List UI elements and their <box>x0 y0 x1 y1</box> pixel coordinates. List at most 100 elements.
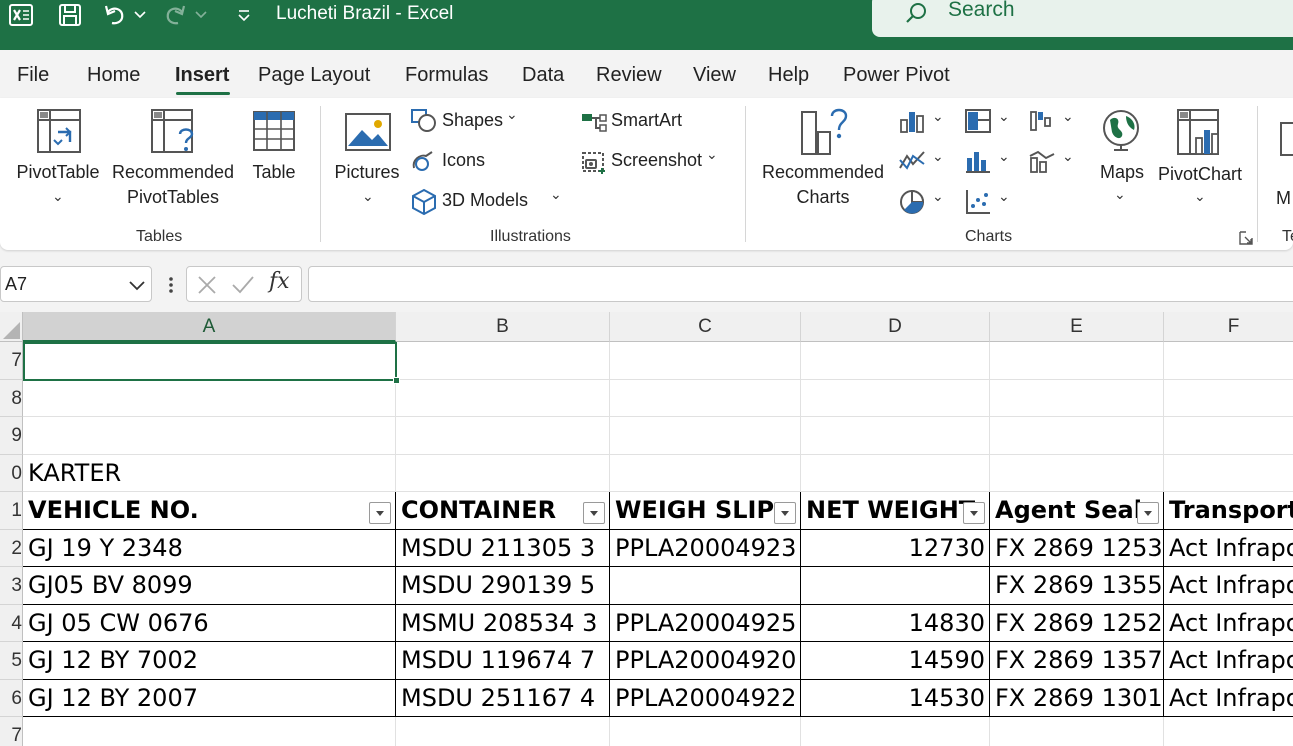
column-header-c[interactable]: C <box>610 312 801 342</box>
screenshot-dropdown-icon[interactable]: ⌄ <box>706 146 718 163</box>
recommended-pivottables-button[interactable]: Recommended PivotTables <box>108 160 238 210</box>
name-box[interactable]: A7 <box>0 266 152 302</box>
table-cell[interactable]: GJ 05 CW 0676 <box>23 604 396 642</box>
recommended-pivottables-icon[interactable] <box>150 108 200 161</box>
table-cell[interactable]: MSMU 208534 3 <box>396 604 610 642</box>
row-header[interactable]: 5 <box>0 642 23 680</box>
redo-icon[interactable] <box>160 0 190 30</box>
maps-button[interactable]: Maps <box>1092 160 1152 185</box>
statistic-chart-dropdown-icon[interactable]: ⌄ <box>998 148 1010 165</box>
table-cell[interactable]: MSDU 251167 4 <box>396 679 610 717</box>
grid-cell[interactable] <box>1164 380 1293 417</box>
grid-cell[interactable] <box>990 379 1164 417</box>
table-cell[interactable]: 14830 <box>801 604 990 642</box>
filter-dropdown-icon[interactable] <box>583 502 605 524</box>
row-header[interactable]: 0 <box>0 454 23 492</box>
filter-dropdown-icon[interactable] <box>963 502 985 524</box>
grid-cell[interactable] <box>610 417 801 455</box>
grid-cell[interactable] <box>610 454 801 492</box>
3d-models-button[interactable]: 3D Models <box>442 188 528 213</box>
grid-cell[interactable] <box>801 417 990 455</box>
table-cell[interactable]: MSDU 119674 7 <box>396 642 610 680</box>
scatter-chart-dropdown-icon[interactable]: ⌄ <box>998 188 1010 205</box>
column-header-d[interactable]: D <box>801 312 990 342</box>
line-chart-dropdown-icon[interactable]: ⌄ <box>932 148 944 165</box>
grid-cell[interactable] <box>396 454 610 492</box>
pie-chart-dropdown-icon[interactable]: ⌄ <box>932 188 944 205</box>
formula-input[interactable] <box>308 266 1293 302</box>
grid-cell[interactable] <box>396 379 610 417</box>
grid-cell[interactable] <box>396 717 610 746</box>
table-header-cell[interactable]: WEIGH SLIP <box>610 492 801 530</box>
row-header[interactable]: 7 <box>0 342 23 380</box>
pivottable-button[interactable]: PivotTable <box>8 160 108 185</box>
statistic-chart-icon[interactable] <box>964 148 992 179</box>
tab-file[interactable]: File <box>17 64 49 87</box>
pivotchart-icon[interactable] <box>1176 108 1224 163</box>
waterfall-chart-dropdown-icon[interactable]: ⌄ <box>1062 108 1074 125</box>
insert-function-icon[interactable]: fx <box>269 269 290 294</box>
scatter-chart-icon[interactable] <box>964 188 992 221</box>
grid-cell[interactable] <box>610 717 801 746</box>
redo-dropdown-icon[interactable] <box>193 0 209 30</box>
line-chart-icon[interactable] <box>898 148 926 179</box>
table-cell[interactable]: Act Infrapo <box>1164 567 1293 605</box>
grid-cell[interactable] <box>990 454 1164 492</box>
smartart-icon[interactable] <box>580 110 608 139</box>
table-cell[interactable]: FX 2869 1301 <box>990 679 1164 717</box>
undo-dropdown-icon[interactable] <box>132 0 148 30</box>
grid-cell[interactable] <box>990 342 1164 380</box>
pictures-button[interactable]: Pictures <box>330 160 404 185</box>
save-icon[interactable] <box>55 0 85 30</box>
recommended-charts-icon[interactable] <box>800 106 850 161</box>
tab-review[interactable]: Review <box>596 64 662 87</box>
grid-cell[interactable] <box>990 717 1164 746</box>
tab-help[interactable]: Help <box>768 64 809 87</box>
column-header-a[interactable]: A <box>23 312 396 342</box>
pie-chart-icon[interactable] <box>898 188 926 221</box>
more-options-icon[interactable] <box>168 276 174 299</box>
grid-cell[interactable] <box>801 342 990 380</box>
tab-power-pivot[interactable]: Power Pivot <box>843 64 950 87</box>
table-cell[interactable]: Act Infrapo <box>1164 642 1293 680</box>
table-header-cell[interactable]: Transporte <box>1164 492 1293 530</box>
grid-cell[interactable] <box>396 342 610 380</box>
pictures-dropdown-icon[interactable]: ⌄ <box>362 188 374 205</box>
table-cell[interactable]: PPLA20004923 <box>610 529 801 567</box>
grid-cell[interactable] <box>801 379 990 417</box>
table-cell[interactable]: GJ05 BV 8099 <box>23 567 396 605</box>
row-header[interactable]: 4 <box>0 604 23 642</box>
column-chart-icon[interactable] <box>898 108 926 139</box>
cancel-icon[interactable] <box>197 275 217 300</box>
grid-cell[interactable] <box>396 417 610 455</box>
filter-dropdown-icon[interactable] <box>1137 502 1159 524</box>
screenshot-icon[interactable] <box>580 148 608 181</box>
grid-cell[interactable] <box>1164 717 1293 746</box>
table-icon[interactable] <box>252 110 296 157</box>
pivottable-dropdown-icon[interactable]: ⌄ <box>52 188 64 205</box>
table-cell[interactable]: PPLA20004922 <box>610 679 801 717</box>
partial-ribbon-label[interactable]: M <box>1276 186 1291 211</box>
tab-insert[interactable]: Insert <box>175 64 229 87</box>
table-cell[interactable]: GJ 12 BY 2007 <box>23 679 396 717</box>
waterfall-chart-icon[interactable] <box>1028 108 1056 139</box>
grid-cell[interactable] <box>610 342 801 380</box>
table-cell[interactable]: 14590 <box>801 642 990 680</box>
table-cell[interactable]: FX 2869 1355 <box>990 567 1164 605</box>
screenshot-button[interactable]: Screenshot <box>611 148 702 173</box>
grid-cell[interactable] <box>1164 342 1293 380</box>
row-header[interactable]: 8 <box>0 379 23 417</box>
tab-home[interactable]: Home <box>87 64 140 87</box>
shapes-icon[interactable] <box>410 108 438 139</box>
row-header[interactable]: 7 <box>0 717 23 746</box>
column-header-f[interactable]: F <box>1164 312 1293 342</box>
filter-dropdown-icon[interactable] <box>369 502 391 524</box>
pictures-icon[interactable] <box>344 112 392 157</box>
pivottable-icon[interactable] <box>36 108 82 159</box>
table-button[interactable]: Table <box>244 160 304 185</box>
maps-dropdown-icon[interactable]: ⌄ <box>1114 186 1126 203</box>
column-chart-dropdown-icon[interactable]: ⌄ <box>932 108 944 125</box>
smartart-button[interactable]: SmartArt <box>611 108 682 133</box>
excel-logo-icon[interactable] <box>6 0 36 30</box>
partial-ribbon-icon[interactable] <box>1280 122 1293 161</box>
